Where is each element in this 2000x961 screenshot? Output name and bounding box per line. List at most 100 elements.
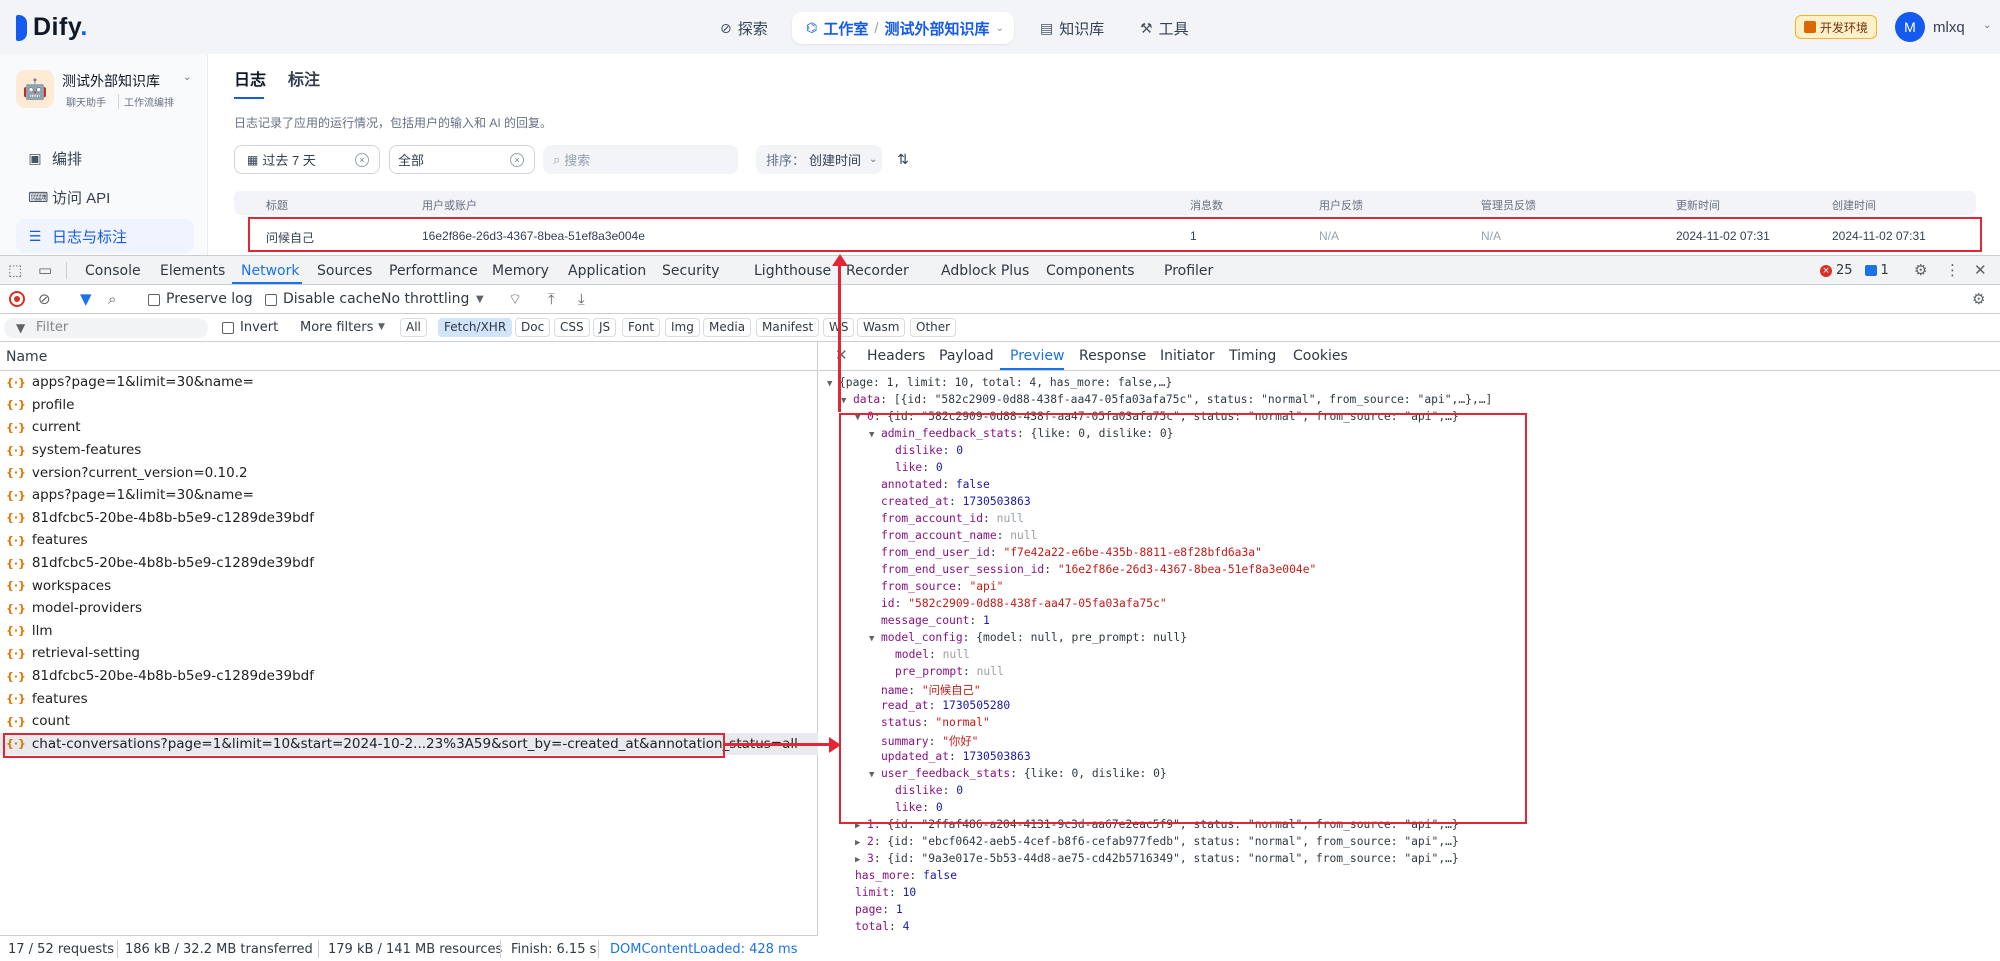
nav-explore[interactable]: ⊘ 探索 xyxy=(720,14,768,42)
chip-js[interactable]: JS xyxy=(593,318,617,337)
date-range-select[interactable]: ▦ 过去 7 天 × xyxy=(234,145,380,174)
import-har-icon[interactable]: ⤒ xyxy=(548,290,555,308)
tab-payload[interactable]: Payload xyxy=(939,348,994,364)
request-row[interactable]: {·} features xyxy=(0,529,818,552)
disable-cache-checkbox[interactable] xyxy=(265,294,277,306)
chip-other[interactable]: Other xyxy=(910,318,957,337)
request-row[interactable]: {·} features xyxy=(0,687,818,710)
invert-checkbox[interactable] xyxy=(222,322,234,334)
more-vertical-icon[interactable]: ⋮ xyxy=(1945,261,1960,279)
filter-input[interactable]: ▼ Filter xyxy=(4,318,208,338)
clear-log-icon[interactable]: ⊘ xyxy=(38,290,51,308)
chip-all[interactable]: All xyxy=(400,318,427,337)
search-input[interactable]: ⌕ 搜索 xyxy=(543,145,738,174)
layout-icon: ▣ xyxy=(28,149,42,166)
sidebar-item-orchestrate[interactable]: ▣ 编排 xyxy=(16,141,194,175)
app-type-tag: 聊天助手 xyxy=(66,98,106,109)
tab-recorder[interactable]: Recorder xyxy=(846,263,909,279)
request-row[interactable]: {·} current xyxy=(0,416,818,439)
issue-counters[interactable]: × 25 1 xyxy=(1820,263,1889,278)
tab-elements[interactable]: Elements xyxy=(160,263,225,279)
tab-profiler[interactable]: Profiler xyxy=(1164,263,1213,279)
json-item-2[interactable]: ▶ 2: {id: "ebcf0642-aeb5-4cef-b8f6-cefab9… xyxy=(855,835,1459,852)
gear-icon[interactable]: ⚙ xyxy=(1914,261,1927,279)
json-item-3[interactable]: ▶ 3: {id: "9a3e017e-5b53-44d8-ae75-cd42b5… xyxy=(855,852,1459,869)
preserve-log-checkbox[interactable] xyxy=(148,294,160,306)
gear-icon[interactable]: ⚙ xyxy=(1972,290,1985,308)
username[interactable]: mlxq xyxy=(1933,19,1965,36)
request-row[interactable]: {·} llm xyxy=(0,620,818,643)
clear-icon[interactable]: × xyxy=(355,153,369,167)
request-row[interactable]: {·} 81dfcbc5-20be-4b8b-b5e9-c1289de39bdf xyxy=(0,552,818,575)
tab-headers[interactable]: Headers xyxy=(867,348,925,364)
sidebar-item-logs[interactable]: ☰ 日志与标注 xyxy=(16,219,194,253)
json-root[interactable]: ▼ {page: 1, limit: 10, total: 4, has_more… xyxy=(827,376,1172,393)
request-row[interactable]: {·} retrieval-setting xyxy=(0,642,818,665)
tab-network[interactable]: Network xyxy=(241,263,299,279)
request-row[interactable]: {·} model-providers xyxy=(0,597,818,620)
chip-doc[interactable]: Doc xyxy=(515,318,551,337)
dify-logo[interactable]: Dify. xyxy=(16,13,88,42)
request-row[interactable]: {·} apps?page=1&limit=30&name= xyxy=(0,484,818,507)
inspect-element-icon[interactable]: ⬚ xyxy=(8,261,22,279)
column-name-header[interactable]: Name xyxy=(0,342,818,371)
nav-current-app[interactable]: 测试外部知识库 xyxy=(885,18,990,39)
tab-components[interactable]: Components xyxy=(1046,263,1135,279)
chip-img[interactable]: Img xyxy=(665,318,700,337)
network-conditions-icon[interactable]: ⌔ xyxy=(508,290,522,309)
sort-order-icon[interactable]: ⇅ xyxy=(890,145,916,174)
chip-fetch-xhr[interactable]: Fetch/XHR xyxy=(438,318,513,337)
tab-console[interactable]: Console xyxy=(85,263,141,279)
tab-sources[interactable]: Sources xyxy=(317,263,372,279)
throttling-select[interactable]: No throttling xyxy=(381,291,469,307)
json-data[interactable]: ▼ data: [{id: "582c2909-0d88-438f-aa47-05… xyxy=(841,393,1492,410)
search-icon[interactable]: ⌕ xyxy=(108,290,116,308)
tab-timing[interactable]: Timing xyxy=(1229,348,1276,364)
table-row[interactable]: 问候自己 16e2f86e-26d3-4367-8bea-51ef8a3e004… xyxy=(248,217,1982,252)
nav-tools[interactable]: ⚒ 工具 xyxy=(1140,14,1189,42)
request-row[interactable]: {·} apps?page=1&limit=30&name= xyxy=(0,371,818,394)
request-row[interactable]: {·} count xyxy=(0,710,818,733)
sort-select[interactable]: 排序： 创建时间 ⌄ xyxy=(756,145,882,174)
filter-icon[interactable]: ▼ xyxy=(80,290,92,308)
tab-memory[interactable]: Memory xyxy=(492,263,549,279)
request-row[interactable]: {·} 81dfcbc5-20be-4b8b-b5e9-c1289de39bdf xyxy=(0,665,818,688)
tab-adblock-plus[interactable]: Adblock Plus xyxy=(941,263,1029,279)
col-messages: 消息数 xyxy=(1190,200,1223,212)
tab-security[interactable]: Security xyxy=(662,263,720,279)
tab-lighthouse[interactable]: Lighthouse xyxy=(754,263,831,279)
tab-initiator[interactable]: Initiator xyxy=(1160,348,1215,364)
record-button[interactable] xyxy=(9,291,25,307)
chip-wasm[interactable]: Wasm xyxy=(857,318,906,337)
tab-cookies[interactable]: Cookies xyxy=(1293,348,1348,364)
chip-font[interactable]: Font xyxy=(622,318,661,337)
chevron-down-icon[interactable]: ⌄ xyxy=(183,72,191,83)
tab-performance[interactable]: Performance xyxy=(389,263,478,279)
nav-studio[interactable]: ⌬ 工作室 / 测试外部知识库 ⌄ xyxy=(792,12,1014,44)
tab-application[interactable]: Application xyxy=(568,263,646,279)
clear-icon[interactable]: × xyxy=(510,153,524,167)
device-toolbar-icon[interactable]: ▭ xyxy=(38,261,52,279)
close-icon[interactable]: ✕ xyxy=(1974,261,1987,279)
chevron-down-icon[interactable]: ⌄ xyxy=(1983,20,1991,31)
nav-knowledge[interactable]: ▤ 知识库 xyxy=(1040,14,1104,42)
avatar[interactable]: M xyxy=(1895,12,1925,42)
request-row[interactable]: {·} 81dfcbc5-20be-4b8b-b5e9-c1289de39bdf xyxy=(0,507,818,530)
request-row[interactable]: {·} workspaces xyxy=(0,574,818,597)
status-select[interactable]: 全部 × xyxy=(389,145,535,174)
tab-annotations[interactable]: 标注 xyxy=(288,66,320,90)
more-filters-dropdown[interactable]: More filters xyxy=(300,320,373,335)
request-row[interactable]: {·} version?current_version=0.10.2 xyxy=(0,461,818,484)
tab-preview[interactable]: Preview xyxy=(1010,348,1065,364)
close-icon[interactable]: ✕ xyxy=(835,346,848,364)
export-har-icon[interactable]: ⤓ xyxy=(578,290,585,308)
chip-media[interactable]: Media xyxy=(703,318,752,337)
tab-logs[interactable]: 日志 xyxy=(234,66,266,90)
tab-response[interactable]: Response xyxy=(1079,348,1146,364)
request-row[interactable]: {·} profile xyxy=(0,394,818,417)
app-name[interactable]: 测试外部知识库 xyxy=(62,71,160,91)
request-row[interactable]: {·} system-features xyxy=(0,439,818,462)
sidebar-item-api[interactable]: ⌨ 访问 API xyxy=(16,180,194,214)
chip-manifest[interactable]: Manifest xyxy=(756,318,820,337)
chip-css[interactable]: CSS xyxy=(554,318,590,337)
